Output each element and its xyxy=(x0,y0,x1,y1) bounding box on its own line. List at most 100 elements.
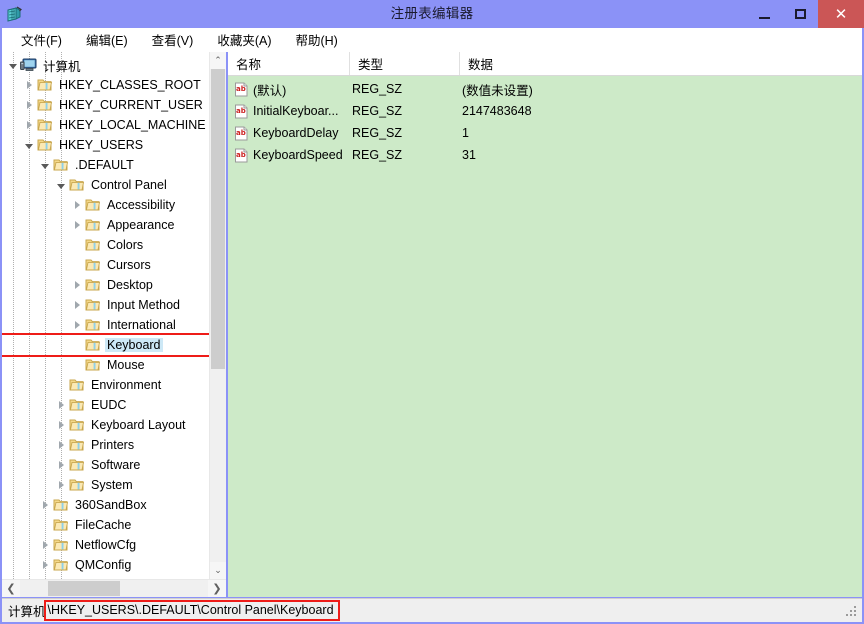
registry-tree[interactable]: 计算机 HKEY_CLASSES_ROOT HKEY_CURRENT_USER HKE… xyxy=(2,52,209,579)
tree-node-360sandbox[interactable]: 360SandBox xyxy=(2,495,209,515)
list-rows[interactable]: ab (默认) REG_SZ (数值未设置) ab InitialKeyboar... RE… xyxy=(228,76,862,597)
minimize-button[interactable] xyxy=(746,0,782,28)
scroll-right-button[interactable]: ❯ xyxy=(208,580,226,597)
menu-favorites[interactable]: 收藏夹(A) xyxy=(208,28,280,52)
column-name[interactable]: 名称 xyxy=(228,52,350,75)
scroll-left-button[interactable]: ❮ xyxy=(2,580,20,597)
close-icon: ✕ xyxy=(834,4,848,23)
expander-icon[interactable] xyxy=(6,55,20,75)
resize-grip-icon[interactable] xyxy=(846,606,859,619)
tree-node-appearance[interactable]: Appearance xyxy=(2,215,209,235)
tree-node-hkey-classes-root[interactable]: HKEY_CLASSES_ROOT xyxy=(2,75,209,95)
registry-editor-window: 注册表编辑器 ✕ 文件(F) 编辑(E) 查看(V) 收藏夹(A) 帮助(H) 计算机 H… xyxy=(0,0,864,624)
tree-node-input-method[interactable]: Input Method xyxy=(2,295,209,315)
expander-closed-icon[interactable] xyxy=(54,415,68,435)
tree-node-hkey-local-machine[interactable]: HKEY_LOCAL_MACHINE xyxy=(2,115,209,135)
value-name-text: InitialKeyboar... xyxy=(253,104,339,118)
expander-open-icon[interactable] xyxy=(22,135,36,155)
tree-node-filecache[interactable]: FileCache xyxy=(2,515,209,535)
expander-closed-icon[interactable] xyxy=(54,395,68,415)
status-prefix: 计算机 xyxy=(8,605,46,619)
tree-vscroll-thumb[interactable] xyxy=(211,69,225,369)
tree-scroll-area: 计算机 HKEY_CLASSES_ROOT HKEY_CURRENT_USER HKE… xyxy=(2,52,226,579)
string-value-icon: ab xyxy=(234,148,249,163)
tree-node-control-panel[interactable]: Control Panel xyxy=(2,175,209,195)
tree-node-colors[interactable]: Colors xyxy=(2,235,209,255)
menu-bar: 文件(F) 编辑(E) 查看(V) 收藏夹(A) 帮助(H) xyxy=(2,28,862,52)
table-row[interactable]: ab KeyboardDelay REG_SZ 1 xyxy=(228,122,862,144)
expander-open-icon[interactable] xyxy=(38,155,52,175)
tree-vertical-scrollbar[interactable]: ⌃ ⌄ xyxy=(209,52,226,579)
expander-closed-icon[interactable] xyxy=(22,75,36,95)
folder-icon xyxy=(84,297,102,313)
maximize-button[interactable] xyxy=(782,0,818,28)
tree-node-environment[interactable]: Environment xyxy=(2,375,209,395)
close-button[interactable]: ✕ xyxy=(818,0,864,28)
tree-node-netflowcfg[interactable]: NetflowCfg xyxy=(2,535,209,555)
tree-node-label: Keyboard Layout xyxy=(91,418,186,432)
tree-node-hkey-users[interactable]: HKEY_USERS xyxy=(2,135,209,155)
column-type[interactable]: 类型 xyxy=(350,52,460,75)
tree-node-mouse[interactable]: Mouse xyxy=(2,355,209,375)
column-data[interactable]: 数据 xyxy=(460,52,862,75)
expander-closed-icon[interactable] xyxy=(54,475,68,495)
tree-node-label: HKEY_LOCAL_MACHINE xyxy=(59,118,206,132)
cell-value-data: 2147483648 xyxy=(462,104,532,118)
svg-text:ab: ab xyxy=(236,151,246,159)
folder-icon xyxy=(84,197,102,213)
menu-file[interactable]: 文件(F) xyxy=(12,28,71,52)
cell-value-type: REG_SZ xyxy=(352,148,403,162)
expander-closed-icon[interactable] xyxy=(22,95,36,115)
window-title: 注册表编辑器 xyxy=(390,6,474,21)
tree-node-system[interactable]: System xyxy=(2,475,209,495)
tree-horizontal-scrollbar[interactable]: ❮ ❯ xyxy=(2,579,226,597)
expander-closed-icon[interactable] xyxy=(70,295,84,315)
expander-closed-icon[interactable] xyxy=(70,315,84,335)
folder-icon xyxy=(84,357,102,373)
table-row[interactable]: ab InitialKeyboar... REG_SZ 2147483648 xyxy=(228,100,862,122)
folder-icon xyxy=(84,317,102,333)
expander-closed-icon[interactable] xyxy=(70,215,84,235)
expander-closed-icon[interactable] xyxy=(22,115,36,135)
tree-node-accessibility[interactable]: Accessibility xyxy=(2,195,209,215)
tree-node-computer[interactable]: 计算机 xyxy=(2,55,209,75)
expander-closed-icon[interactable] xyxy=(38,555,52,575)
expander-closed-icon[interactable] xyxy=(38,495,52,515)
scroll-up-button[interactable]: ⌃ xyxy=(210,52,226,69)
tree-node-desktop[interactable]: Desktop xyxy=(2,275,209,295)
expander-closed-icon[interactable] xyxy=(70,195,84,215)
table-row[interactable]: ab KeyboardSpeed REG_SZ 31 xyxy=(228,144,862,166)
expander-open-icon[interactable] xyxy=(54,175,68,195)
tree-node-keyboard-layout[interactable]: Keyboard Layout xyxy=(2,415,209,435)
expander-closed-icon[interactable] xyxy=(70,275,84,295)
expander-closed-icon[interactable] xyxy=(38,535,52,555)
tree-vscroll-track[interactable] xyxy=(210,69,226,562)
expander-closed-icon[interactable] xyxy=(54,435,68,455)
title-bar[interactable]: 注册表编辑器 ✕ xyxy=(0,0,864,28)
menu-view[interactable]: 查看(V) xyxy=(143,28,203,52)
tree-node-eudc[interactable]: EUDC xyxy=(2,395,209,415)
expander-closed-icon[interactable] xyxy=(54,455,68,475)
tree-node-cursors[interactable]: Cursors xyxy=(2,255,209,275)
expander-placeholder-icon xyxy=(70,255,84,275)
tree-node-software[interactable]: Software xyxy=(2,455,209,475)
tree-node-international[interactable]: International xyxy=(2,315,209,335)
folder-icon xyxy=(52,557,70,573)
folder-icon xyxy=(84,217,102,233)
menu-edit[interactable]: 编辑(E) xyxy=(77,28,137,52)
tree-hscroll-track[interactable] xyxy=(20,580,208,597)
tree-node-label: Printers xyxy=(91,438,135,452)
tree-hscroll-thumb[interactable] xyxy=(48,581,120,596)
string-value-icon: ab xyxy=(234,104,249,119)
tree-node-hkey-current-user[interactable]: HKEY_CURRENT_USER xyxy=(2,95,209,115)
tree-node-printers[interactable]: Printers xyxy=(2,435,209,455)
folder-icon xyxy=(68,377,86,393)
scroll-down-button[interactable]: ⌄ xyxy=(210,562,226,579)
table-row[interactable]: ab (默认) REG_SZ (数值未设置) xyxy=(228,78,862,100)
maximize-icon xyxy=(794,9,806,19)
folder-icon xyxy=(68,477,86,493)
tree-node-keyboard[interactable]: Keyboard xyxy=(2,333,209,357)
tree-node--default[interactable]: .DEFAULT xyxy=(2,155,209,175)
tree-node-qmconfig[interactable]: QMConfig xyxy=(2,555,209,575)
menu-help[interactable]: 帮助(H) xyxy=(286,28,346,52)
